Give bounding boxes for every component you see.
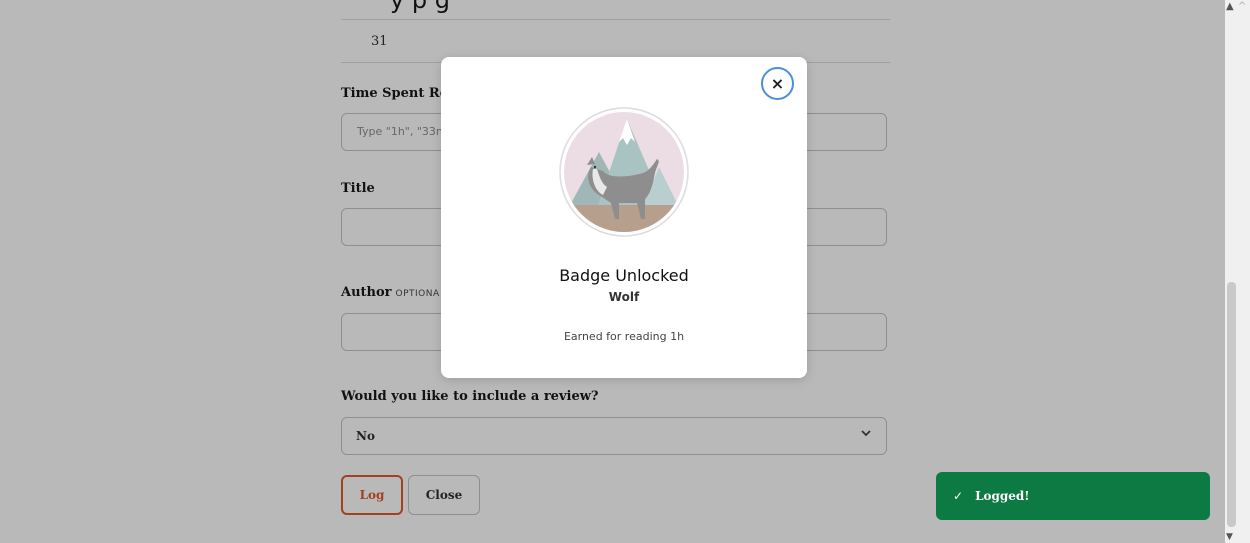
close-button[interactable]: Close bbox=[408, 475, 480, 515]
modal-close-button[interactable]: × bbox=[761, 67, 794, 100]
logged-toast: ✓ Logged! bbox=[936, 472, 1210, 520]
toast-message: Logged! bbox=[975, 489, 1030, 503]
chevron-down-icon bbox=[860, 427, 872, 443]
review-selected-value: No bbox=[356, 429, 375, 443]
review-question-label: Would you like to include a review? bbox=[341, 389, 599, 404]
title-label: Title bbox=[341, 181, 375, 196]
badge-name: Wolf bbox=[608, 290, 640, 304]
author-optional-tag: OPTIONA bbox=[395, 289, 440, 299]
vertical-scrollbar[interactable]: ▲ ^ ▼ bbox=[1225, 0, 1250, 543]
wolf-badge-icon bbox=[559, 107, 689, 237]
page-heading-fragment: y p g bbox=[390, 0, 450, 14]
time-spent-placeholder: Type "1h", "33n bbox=[357, 125, 443, 138]
badge-unlocked-modal: × Badge Unlocked Wolf Earned for reading… bbox=[441, 57, 807, 378]
pages-value: 31 bbox=[371, 34, 388, 49]
scroll-up-arrow-icon[interactable]: ▲ bbox=[1226, 1, 1234, 12]
time-spent-label: Time Spent Re bbox=[341, 86, 448, 101]
divider bbox=[341, 19, 890, 20]
author-label-text: Author bbox=[341, 285, 392, 300]
review-select[interactable]: No bbox=[341, 417, 887, 455]
modal-title: Badge Unlocked bbox=[559, 266, 689, 285]
close-icon: × bbox=[770, 74, 785, 93]
check-icon: ✓ bbox=[953, 489, 964, 503]
scroll-up-arrow-icon[interactable]: ^ bbox=[1238, 1, 1246, 12]
scroll-down-arrow-icon[interactable]: ▼ bbox=[1226, 532, 1233, 542]
badge-description: Earned for reading 1h bbox=[563, 330, 685, 343]
scrollbar-thumb[interactable] bbox=[1227, 282, 1236, 527]
author-label: Author OPTIONA bbox=[341, 285, 440, 300]
log-button[interactable]: Log bbox=[341, 475, 403, 515]
